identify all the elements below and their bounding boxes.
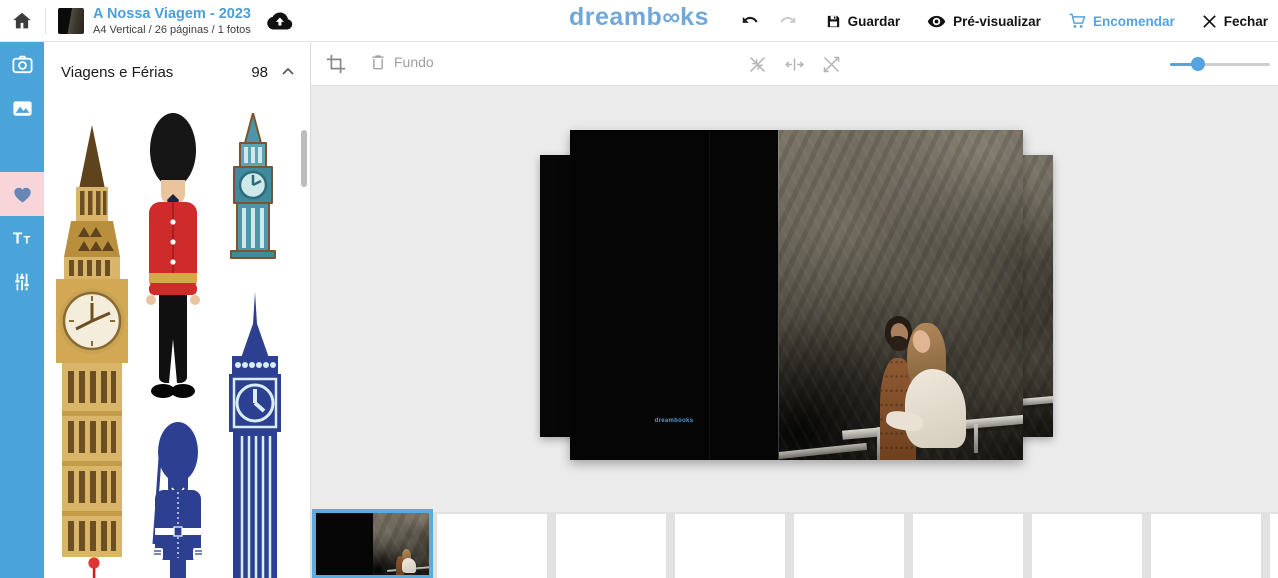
canvas-toolbar: Fundo bbox=[311, 42, 1278, 86]
thumb-back-cover bbox=[316, 513, 373, 575]
page-thumbnail[interactable] bbox=[437, 514, 547, 578]
expand-diagonal-icon[interactable] bbox=[821, 53, 843, 75]
zoom-slider-thumb[interactable] bbox=[1191, 57, 1205, 71]
header-actions: Guardar Pré-visualizar Encomendar Fechar bbox=[739, 0, 1268, 42]
heart-icon bbox=[11, 183, 34, 206]
page-thumbnail-selected[interactable] bbox=[312, 509, 433, 578]
page-thumbnail[interactable] bbox=[1151, 514, 1261, 578]
image-icon bbox=[11, 97, 34, 120]
order-button[interactable]: Encomendar bbox=[1067, 11, 1175, 31]
shrink-diagonal-icon[interactable] bbox=[747, 53, 769, 75]
sticker-big-ben-gold[interactable] bbox=[48, 125, 136, 557]
sticker-category-header: Viagens e Férias 98 bbox=[44, 42, 310, 102]
page-thumbnail[interactable] bbox=[675, 514, 785, 578]
svg-text:T: T bbox=[23, 234, 30, 246]
eye-icon bbox=[926, 11, 947, 32]
project-info: A Nossa Viagem - 2023 A4 Vertical / 26 p… bbox=[93, 5, 251, 38]
left-toolbar: TT bbox=[0, 42, 44, 578]
project-title: A Nossa Viagem - 2023 bbox=[93, 5, 251, 23]
preview-label: Pré-visualizar bbox=[953, 14, 1041, 29]
close-button[interactable]: Fechar bbox=[1201, 13, 1268, 30]
chevron-up-icon[interactable] bbox=[280, 64, 296, 80]
page-thumbnail[interactable] bbox=[913, 514, 1023, 578]
crop-icon[interactable] bbox=[325, 53, 347, 75]
woman-sweater bbox=[402, 558, 416, 573]
tab-photos[interactable] bbox=[0, 42, 44, 86]
expand-horizontal-icon[interactable] bbox=[784, 53, 806, 75]
sticker-big-ben-blue[interactable] bbox=[222, 292, 288, 578]
fold-line bbox=[709, 130, 710, 460]
fundo-label: Fundo bbox=[394, 54, 434, 70]
camera-icon bbox=[11, 53, 34, 76]
header-divider bbox=[45, 8, 46, 34]
stickers-panel: Viagens e Férias 98 bbox=[44, 42, 311, 578]
sticker-big-ben-teal[interactable] bbox=[221, 113, 285, 259]
save-label: Guardar bbox=[848, 14, 901, 29]
sticker-category-title: Viagens e Férias bbox=[61, 64, 173, 81]
order-label: Encomendar bbox=[1093, 14, 1175, 29]
save-icon bbox=[825, 13, 842, 30]
home-icon[interactable] bbox=[11, 10, 33, 32]
cart-icon bbox=[1067, 11, 1087, 31]
close-icon bbox=[1201, 13, 1218, 30]
top-header: A Nossa Viagem - 2023 A4 Vertical / 26 p… bbox=[0, 0, 1278, 42]
project-thumbnail bbox=[58, 8, 84, 34]
page-thumbnail[interactable] bbox=[1270, 514, 1278, 578]
sticker-royal-guard-blue[interactable] bbox=[144, 420, 212, 578]
tab-text[interactable]: TT bbox=[0, 216, 44, 260]
tab-stickers[interactable] bbox=[0, 172, 44, 216]
railing-post bbox=[974, 424, 978, 454]
cover-spread[interactable]: dreambooks bbox=[570, 130, 1023, 460]
arrange-tools bbox=[747, 53, 843, 75]
zoom-slider[interactable] bbox=[1170, 56, 1270, 72]
sticker-pin-red[interactable] bbox=[87, 557, 101, 578]
cloud-upload-icon bbox=[264, 9, 294, 33]
infinity-glyph: ∞ bbox=[662, 3, 680, 31]
panel-scrollbar[interactable] bbox=[301, 130, 307, 187]
trash-icon bbox=[369, 53, 387, 71]
sticker-royal-guard-red[interactable] bbox=[136, 110, 210, 410]
tune-icon bbox=[11, 271, 33, 293]
front-cover-photo[interactable] bbox=[778, 130, 1023, 460]
preview-button[interactable]: Pré-visualizar bbox=[926, 11, 1041, 32]
page-thumbnail[interactable] bbox=[556, 514, 666, 578]
close-label: Fechar bbox=[1224, 14, 1268, 29]
redo-icon[interactable] bbox=[775, 9, 799, 33]
cover-brand-label: dreambooks bbox=[570, 418, 778, 424]
dreambooks-editor: A Nossa Viagem - 2023 A4 Vertical / 26 p… bbox=[0, 0, 1278, 578]
sticker-category-count: 98 bbox=[251, 64, 268, 81]
book-canvas: dreambooks bbox=[311, 86, 1278, 578]
page-thumbnail[interactable] bbox=[1032, 514, 1142, 578]
back-cover-page[interactable]: dreambooks bbox=[570, 130, 778, 460]
thumb-cover-photo bbox=[373, 513, 430, 575]
tab-options[interactable] bbox=[0, 260, 44, 304]
project-subtitle: A4 Vertical / 26 páginas / 1 fotos bbox=[93, 24, 251, 38]
page-thumbnail[interactable] bbox=[794, 514, 904, 578]
tab-backgrounds[interactable] bbox=[0, 86, 44, 130]
undo-icon[interactable] bbox=[739, 9, 763, 33]
man-beard bbox=[890, 336, 908, 351]
svg-text:T: T bbox=[12, 230, 22, 247]
delete-background-button[interactable]: Fundo bbox=[369, 53, 434, 71]
save-button[interactable]: Guardar bbox=[825, 13, 901, 30]
dreambooks-logo: dreamb∞ks bbox=[569, 3, 709, 32]
text-icon: TT bbox=[11, 227, 34, 250]
